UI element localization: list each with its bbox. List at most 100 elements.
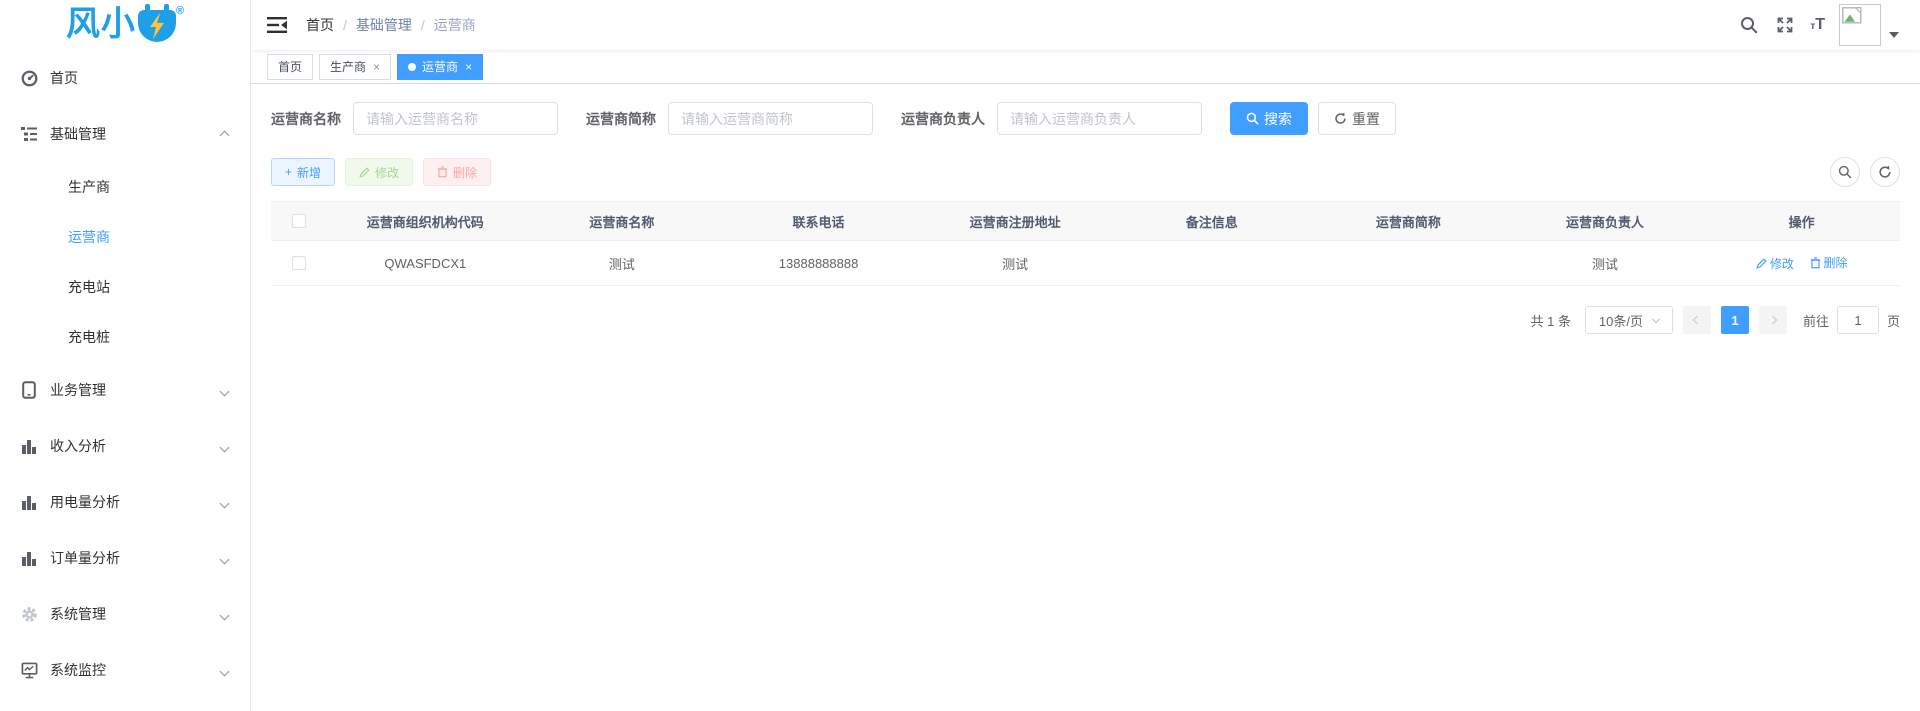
sidebar-item-label: 订单量分析 (50, 548, 120, 568)
search-icon (1838, 165, 1852, 179)
column-header: 运营商组织机构代码 (327, 212, 524, 231)
header-checkbox-cell (271, 214, 327, 228)
plus-icon: + (285, 165, 292, 179)
operator-manager-input[interactable] (997, 102, 1202, 135)
sidebar-toggle-icon[interactable] (266, 14, 288, 36)
page-content: 运营商名称 运营商简称 运营商负责人 搜索 重置 + (251, 84, 1920, 711)
sidebar-item-home[interactable]: 首页 (0, 50, 250, 106)
filter-operator-short-name: 运营商简称 (586, 102, 873, 135)
close-icon[interactable]: × (465, 60, 472, 74)
broken-image-icon (1842, 7, 1864, 25)
chevron-down-icon (221, 382, 228, 398)
prev-page-button[interactable] (1683, 306, 1711, 334)
sidebar-item-operator[interactable]: 运营商 (0, 212, 250, 262)
logo-plug-icon (138, 10, 176, 42)
sidebar-item-electricity-analysis[interactable]: 用电量分析 (0, 474, 250, 530)
cell-manager: 测试 (1507, 254, 1704, 273)
row-edit-link[interactable]: 修改 (1756, 255, 1794, 272)
tab-home[interactable]: 首页 (267, 54, 313, 80)
page-size-value: 10条/页 (1599, 311, 1643, 330)
sidebar-item-business-management[interactable]: 业务管理 (0, 362, 250, 418)
tab-operator[interactable]: 运营商 × (397, 54, 483, 80)
operator-table: 运营商组织机构代码 运营商名称 联系电话 运营商注册地址 备注信息 运营商简称 … (271, 201, 1900, 286)
tab-label: 首页 (278, 58, 302, 75)
search-button[interactable]: 搜索 (1230, 102, 1308, 135)
filter-form: 运营商名称 运营商简称 运营商负责人 搜索 重置 (271, 102, 1900, 135)
bar-chart-icon (20, 437, 38, 455)
dashboard-icon (20, 69, 38, 87)
column-header: 运营商简称 (1310, 212, 1507, 231)
cell-name: 测试 (524, 254, 721, 273)
tags-view-bar: 首页 生产商 × 运营商 × (251, 50, 1920, 84)
tab-producer[interactable]: 生产商 × (319, 54, 391, 80)
user-menu[interactable] (1839, 4, 1905, 46)
edit-button[interactable]: 修改 (345, 158, 413, 186)
toggle-search-button[interactable] (1830, 157, 1860, 187)
font-size-icon[interactable]: тT (1810, 17, 1825, 33)
sidebar-item-income-analysis[interactable]: 收入分析 (0, 418, 250, 474)
page-size-select[interactable]: 10条/页 (1585, 306, 1673, 334)
submenu-item-label: 运营商 (68, 227, 110, 247)
sidebar-item-base-management[interactable]: 基础管理 (0, 106, 250, 162)
avatar[interactable] (1839, 4, 1881, 46)
next-page-button[interactable] (1759, 306, 1787, 334)
cell-phone: 13888888888 (720, 256, 917, 271)
row-checkbox-cell (271, 256, 327, 270)
sidebar-item-system-monitor[interactable]: 系统监控 (0, 642, 250, 698)
chevron-down-icon (221, 606, 228, 622)
column-header: 操作 (1703, 212, 1900, 231)
operator-short-name-input[interactable] (668, 102, 873, 135)
column-header: 备注信息 (1114, 212, 1311, 231)
bar-chart-icon (20, 549, 38, 567)
gear-icon (20, 605, 38, 623)
row-edit-label: 修改 (1770, 255, 1794, 272)
tab-label: 生产商 (330, 58, 366, 75)
refresh-icon (1334, 112, 1347, 125)
row-checkbox[interactable] (292, 256, 306, 270)
submenu-item-label: 充电站 (68, 277, 110, 297)
add-button[interactable]: + 新增 (271, 158, 335, 186)
top-navbar: 首页 / 基础管理 / 运营商 тT (251, 0, 1920, 50)
breadcrumb-home[interactable]: 首页 (306, 15, 334, 35)
sidebar-item-system-management[interactable]: 系统管理 (0, 586, 250, 642)
chevron-down-icon (221, 662, 228, 678)
tree-table-icon (20, 125, 38, 143)
main-area: 首页 / 基础管理 / 运营商 тT 首页 (251, 0, 1920, 711)
phone-icon (20, 381, 38, 399)
close-icon[interactable]: × (373, 60, 380, 74)
table-header: 运营商组织机构代码 运营商名称 联系电话 运营商注册地址 备注信息 运营商简称 … (271, 201, 1900, 241)
sidebar-item-producer[interactable]: 生产商 (0, 162, 250, 212)
sidebar-item-charging-station[interactable]: 充电站 (0, 262, 250, 312)
row-delete-label: 删除 (1824, 254, 1848, 271)
sidebar-item-label: 用电量分析 (50, 492, 120, 512)
reset-button[interactable]: 重置 (1318, 102, 1396, 135)
pagination-goto: 前往 页 (1803, 306, 1900, 334)
navbar-actions: тT (1738, 4, 1905, 46)
page-unit-label: 页 (1887, 311, 1900, 330)
operator-name-input[interactable] (353, 102, 558, 135)
sidebar-item-order-analysis[interactable]: 订单量分析 (0, 530, 250, 586)
table-toolbar: + 新增 修改 删除 (271, 157, 1900, 187)
chevron-up-icon (221, 126, 228, 142)
select-all-checkbox[interactable] (292, 214, 306, 228)
page-number-button[interactable]: 1 (1721, 306, 1749, 334)
goto-page-input[interactable] (1837, 306, 1879, 334)
breadcrumb-section[interactable]: 基础管理 (356, 15, 412, 35)
delete-button-label: 删除 (453, 164, 477, 181)
header-search-icon[interactable] (1738, 14, 1760, 36)
delete-button[interactable]: 删除 (423, 158, 491, 186)
pencil-icon (359, 167, 370, 178)
app-logo[interactable]: 风小 ® (0, 0, 250, 50)
row-delete-link[interactable]: 删除 (1810, 254, 1848, 271)
column-header: 联系电话 (720, 212, 917, 231)
tab-label: 运营商 (422, 58, 458, 75)
table-row[interactable]: QWASFDCX1 测试 13888888888 测试 测试 修改 删除 (271, 241, 1900, 286)
sidebar-menu: 首页 基础管理 生产商 运营商 充电站 充电桩 业务管理 (0, 50, 250, 698)
column-header: 运营商负责人 (1507, 212, 1704, 231)
sidebar-item-label: 业务管理 (50, 380, 106, 400)
sidebar-item-charging-pile[interactable]: 充电桩 (0, 312, 250, 362)
fullscreen-icon[interactable] (1774, 14, 1796, 36)
bar-chart-icon (20, 493, 38, 511)
chevron-down-icon (221, 438, 228, 454)
refresh-table-button[interactable] (1870, 157, 1900, 187)
